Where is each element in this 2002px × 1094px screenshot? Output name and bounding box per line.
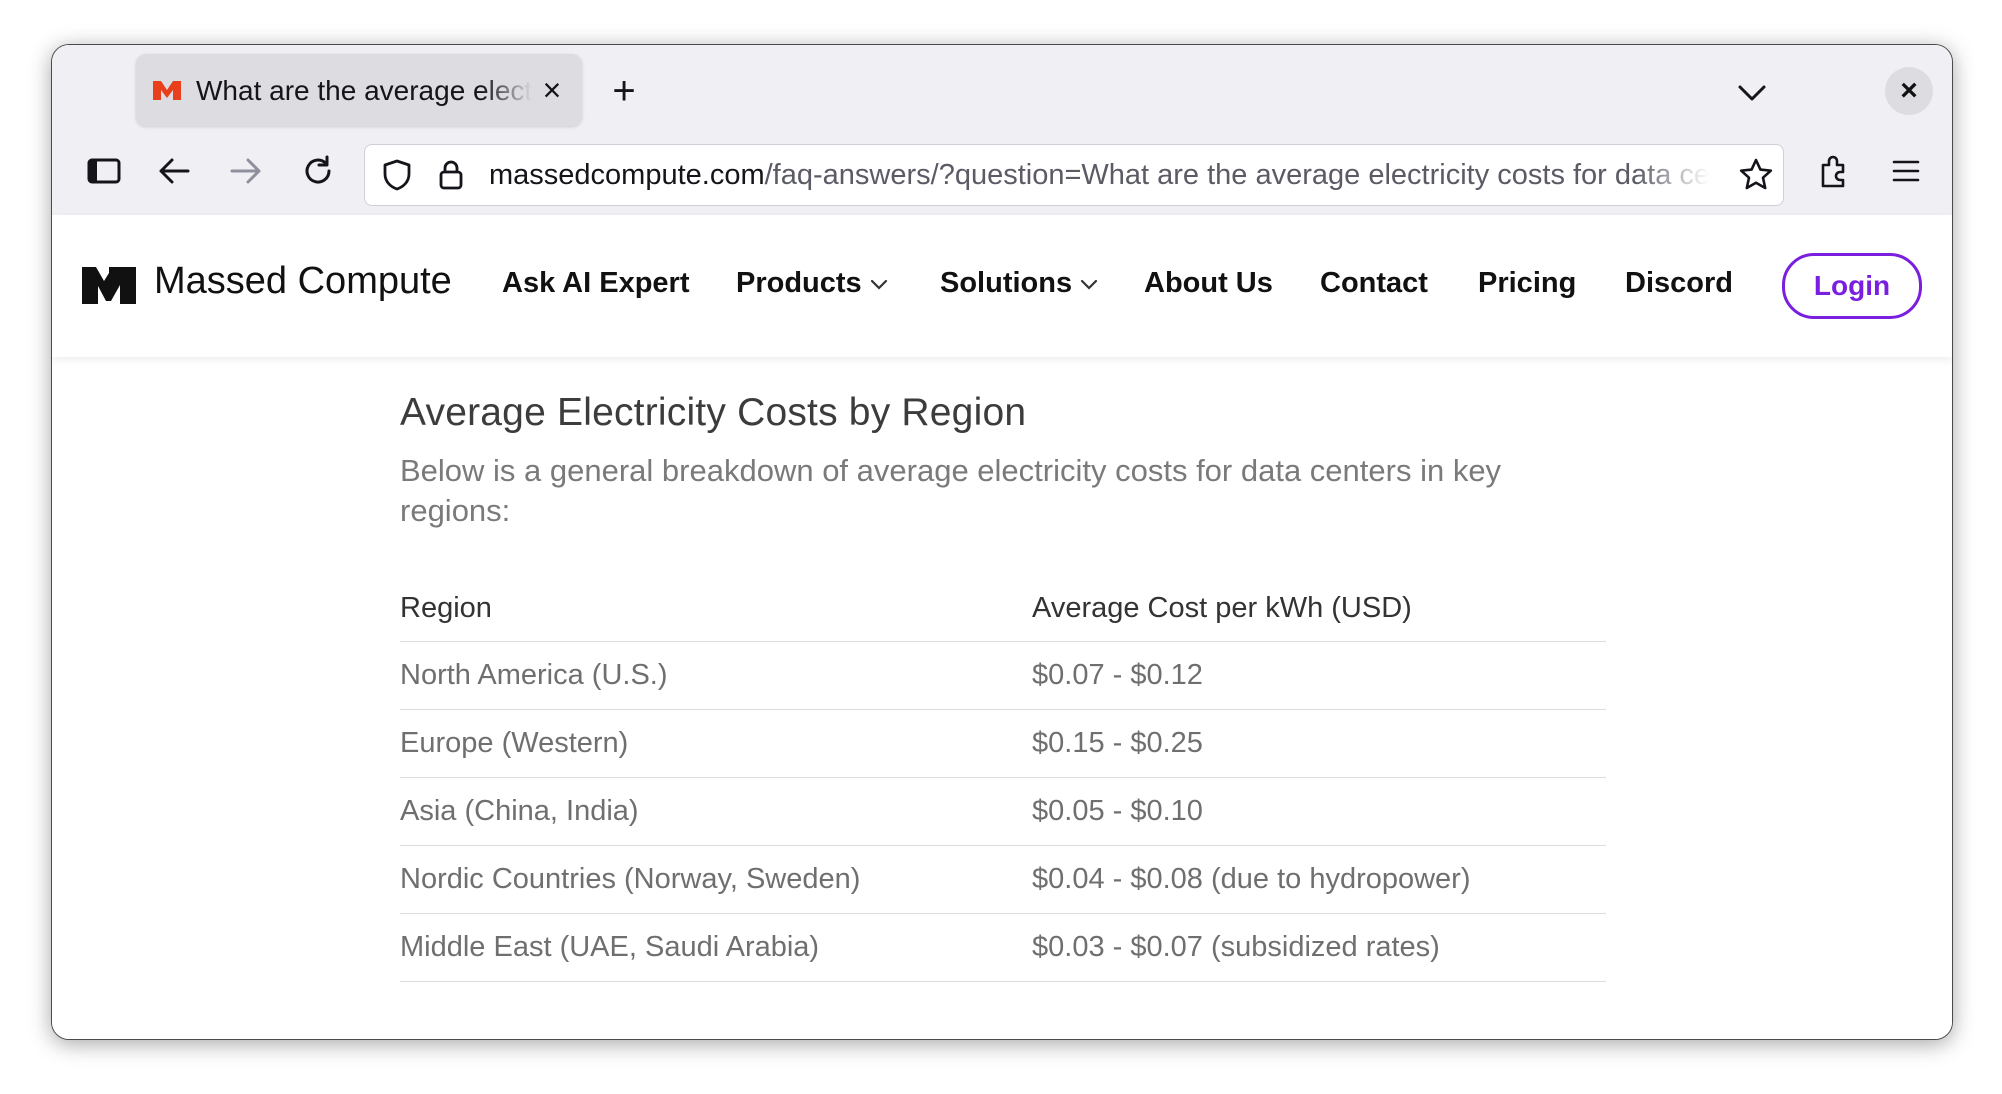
nav-solutions[interactable]: Solutions: [940, 265, 1098, 301]
nav-contact[interactable]: Contact: [1320, 265, 1428, 301]
nav-solutions-label: Solutions: [940, 267, 1073, 299]
back-arrow-icon: [159, 158, 190, 184]
browser-window: What are the average electricity costs f…: [51, 44, 1953, 1040]
nav-products-label: Products: [736, 267, 862, 299]
table-row: Europe (Western) $0.15 - $0.25: [400, 709, 1606, 778]
nav-about-us[interactable]: About Us: [1144, 265, 1273, 301]
chevron-down-icon: [1081, 280, 1098, 290]
puzzle-icon: [1821, 155, 1845, 188]
address-bar[interactable]: massedcompute.com/faq-answers/?question=…: [364, 144, 1784, 206]
table-row: Middle East (UAE, Saudi Arabia) $0.03 - …: [400, 913, 1606, 982]
url-domain: massedcompute.com: [489, 159, 765, 191]
shield-icon[interactable]: [379, 157, 415, 193]
window-close-button[interactable]: ×: [1885, 67, 1933, 115]
tab-title: What are the average electricity costs f…: [196, 75, 532, 106]
massed-compute-logo-icon[interactable]: [82, 265, 136, 305]
massed-compute-favicon-icon: [153, 81, 181, 100]
login-button[interactable]: Login: [1782, 253, 1922, 319]
chevron-down-icon[interactable]: [1732, 73, 1772, 113]
table-row: Nordic Countries (Norway, Sweden) $0.04 …: [400, 845, 1606, 914]
region-cell: Nordic Countries (Norway, Sweden): [400, 845, 1032, 914]
region-cell: Asia (China, India): [400, 777, 1032, 846]
hamburger-menu-icon: [1892, 160, 1920, 182]
lock-icon[interactable]: [433, 157, 469, 193]
new-tab-button[interactable]: +: [604, 71, 644, 111]
reload-button[interactable]: [296, 149, 340, 193]
nav-pricing[interactable]: Pricing: [1478, 265, 1576, 301]
table-row: Asia (China, India) $0.05 - $0.10: [400, 777, 1606, 846]
table-row: North America (U.S.) $0.07 - $0.12: [400, 641, 1606, 710]
cost-cell: $0.15 - $0.25: [1032, 709, 1606, 778]
sidebar-icon: [87, 158, 121, 184]
brand-name[interactable]: Massed Compute: [154, 259, 452, 303]
bookmark-star-icon[interactable]: [1737, 156, 1775, 194]
intro-paragraph: Below is a general breakdown of average …: [400, 453, 1502, 528]
chevron-down-icon: [870, 280, 887, 290]
site-header: Massed Compute Ask AI Expert Products So…: [52, 215, 1952, 357]
cost-cell: $0.04 - $0.08 (due to hydropower): [1032, 845, 1606, 914]
extensions-button[interactable]: [1812, 149, 1856, 193]
sidebar-toggle-button[interactable]: [82, 149, 126, 193]
region-cell: Europe (Western): [400, 709, 1032, 778]
cost-cell: $0.05 - $0.10: [1032, 777, 1606, 846]
article-content: Average Electricity Costs by Region Belo…: [400, 389, 1606, 982]
back-button[interactable]: [152, 149, 196, 193]
cost-cell: $0.07 - $0.12: [1032, 641, 1606, 710]
browser-chrome: What are the average electricity costs f…: [52, 45, 1952, 215]
reload-icon: [305, 155, 331, 184]
electricity-cost-table: Region Average Cost per kWh (USD) North …: [400, 575, 1606, 982]
column-header-cost: Average Cost per kWh (USD): [1032, 575, 1606, 642]
cost-cell: $0.03 - $0.07 (subsidized rates): [1032, 913, 1606, 982]
active-tab[interactable]: What are the average electricity costs f…: [136, 54, 582, 126]
url-path: /faq-answers/?question=What are the aver…: [764, 159, 1709, 191]
nav-ask-ai-expert[interactable]: Ask AI Expert: [502, 265, 690, 301]
section-heading: Average Electricity Costs by Region: [400, 391, 1027, 434]
menu-button[interactable]: [1884, 149, 1928, 193]
web-page: Massed Compute Ask AI Expert Products So…: [52, 215, 1952, 1039]
nav-discord[interactable]: Discord: [1625, 265, 1733, 301]
url-text[interactable]: massedcompute.com/faq-answers/?question=…: [489, 157, 1709, 193]
region-cell: Middle East (UAE, Saudi Arabia): [400, 913, 1032, 982]
table-header-row: Region Average Cost per kWh (USD): [400, 575, 1606, 642]
nav-products[interactable]: Products: [736, 265, 888, 301]
forward-button[interactable]: [224, 149, 268, 193]
forward-arrow-icon: [230, 158, 261, 184]
region-cell: North America (U.S.): [400, 641, 1032, 710]
column-header-region: Region: [400, 575, 1032, 642]
tab-close-icon[interactable]: ×: [534, 72, 570, 108]
